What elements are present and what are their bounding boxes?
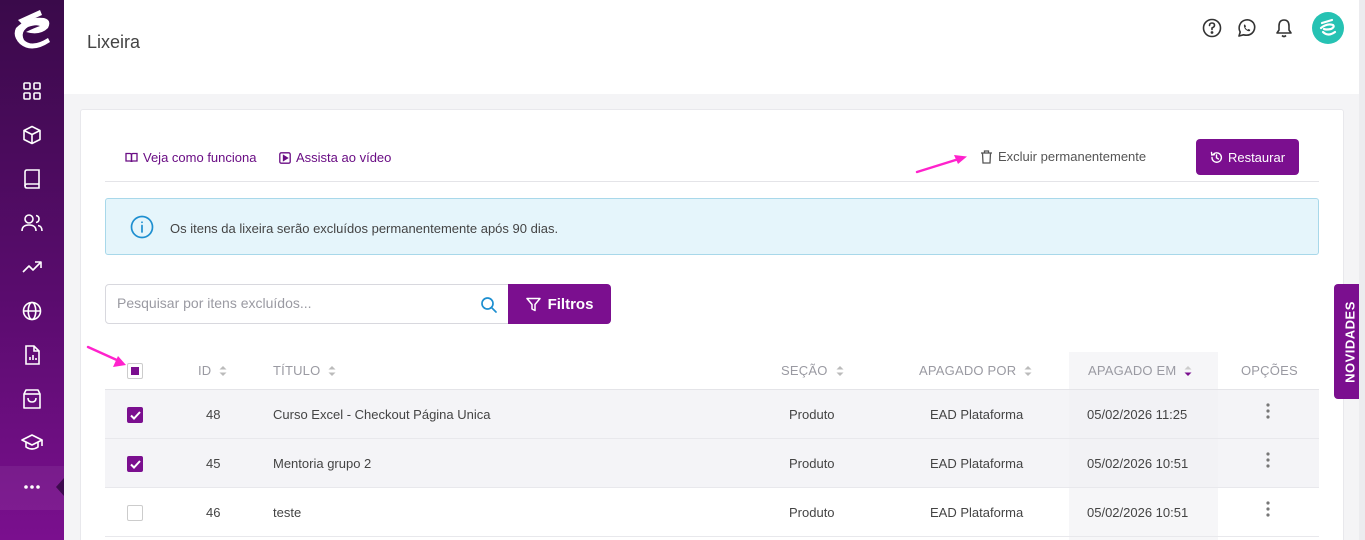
more-icon[interactable] (20, 475, 44, 499)
sort-desc-icon (1184, 365, 1192, 376)
dashboard-grid-icon[interactable] (20, 79, 44, 103)
search-input[interactable] (117, 295, 457, 311)
cell-title: Mentoria grupo 2 (273, 456, 372, 471)
filters-label: Filtros (547, 295, 594, 313)
column-header-id[interactable]: ID (198, 363, 227, 378)
cell-section: Produto (789, 456, 835, 471)
sort-icon (219, 365, 227, 376)
how-it-works-label: Veja como funciona (143, 150, 257, 165)
row-checkbox[interactable] (127, 407, 143, 423)
sidebar (0, 0, 64, 540)
cell-title: teste (273, 505, 302, 520)
cell-title: Curso Excel - Checkout Página Unica (273, 407, 491, 422)
column-header-section[interactable]: SEÇÃO (781, 363, 844, 378)
trending-up-icon[interactable] (20, 255, 44, 279)
info-icon (130, 215, 154, 239)
row-options-icon[interactable] (1263, 451, 1273, 469)
column-header-deleted-at[interactable]: APAGADO EM (1088, 363, 1192, 378)
cell-id: 48 (206, 407, 221, 422)
restore-label: Restaurar (1227, 149, 1286, 165)
row-options-icon[interactable] (1263, 402, 1273, 420)
column-header-deleted-at-label: APAGADO EM (1088, 363, 1177, 378)
filter-icon (525, 297, 541, 311)
column-header-options-label: OPÇÕES (1241, 363, 1298, 378)
cell-deleted-by: EAD Plataforma (930, 505, 1024, 520)
filters-button[interactable]: Filtros (508, 284, 611, 324)
help-circle-icon[interactable] (1201, 17, 1223, 39)
cell-deleted-by: EAD Plataforma (930, 407, 1024, 422)
play-square-icon (279, 151, 291, 164)
info-message: Os itens da lixeira serão excluídos perm… (170, 221, 559, 236)
history-icon (1210, 151, 1223, 163)
column-header-section-label: SEÇÃO (781, 363, 828, 378)
cell-section: Produto (789, 407, 835, 422)
graduation-cap-icon[interactable] (20, 431, 44, 455)
cell-id: 45 (206, 456, 221, 471)
report-icon[interactable] (20, 343, 44, 367)
annotation-arrow-select-all (86, 345, 126, 367)
brand-logo[interactable] (10, 6, 54, 50)
restore-button[interactable]: Restaurar (1196, 139, 1299, 175)
cell-section: Produto (789, 505, 835, 520)
row-checkbox[interactable] (127, 456, 143, 472)
check-icon (129, 459, 141, 469)
whatsapp-icon[interactable] (1236, 17, 1258, 39)
column-header-deleted-by-label: APAGADO POR (919, 363, 1017, 378)
page-scrollbar[interactable] (1359, 0, 1365, 540)
box-icon[interactable] (20, 123, 44, 147)
table-row[interactable]: 45 Mentoria grupo 2 Produto EAD Platafor… (105, 439, 1319, 488)
sort-icon (836, 365, 844, 376)
delete-permanently-button[interactable]: Excluir permanentemente (980, 149, 1146, 164)
info-alert: Os itens da lixeira serão excluídos perm… (105, 198, 1319, 255)
sort-icon (1024, 365, 1032, 376)
annotation-arrow-delete (915, 155, 967, 174)
column-header-options: OPÇÕES (1241, 363, 1298, 378)
globe-icon[interactable] (20, 299, 44, 323)
cell-id: 46 (206, 505, 221, 520)
watch-video-label: Assista ao vídeo (296, 150, 392, 165)
watch-video-link[interactable]: Assista ao vídeo (279, 150, 391, 165)
how-it-works-link[interactable]: Veja como funciona (125, 150, 256, 165)
trash-icon (981, 149, 992, 164)
table-row[interactable]: 46 teste Produto EAD Plataforma 05/02/20… (105, 488, 1319, 537)
open-book-icon (125, 152, 138, 163)
book-icon[interactable] (20, 167, 44, 191)
column-header-id-label: ID (198, 363, 212, 378)
sidebar-more-pointer (56, 478, 64, 496)
select-all-checkbox[interactable] (127, 363, 143, 379)
cell-deleted-at: 05/02/2026 10:51 (1087, 456, 1189, 471)
delete-permanently-label: Excluir permanentemente (998, 149, 1147, 164)
indeterminate-indicator (131, 367, 139, 375)
toolbar-divider (105, 181, 1319, 182)
column-header-title[interactable]: TÍTULO (273, 363, 336, 378)
row-checkbox[interactable] (127, 505, 143, 521)
top-header: Lixeira (64, 0, 1365, 94)
users-icon[interactable] (20, 211, 44, 235)
sort-icon (328, 365, 336, 376)
search-field (105, 284, 509, 324)
cell-deleted-at: 05/02/2026 11:25 (1087, 407, 1188, 422)
row-options-icon[interactable] (1263, 500, 1273, 518)
news-side-tab-label: NOVIDADES (1342, 300, 1357, 383)
user-avatar[interactable] (1312, 12, 1344, 44)
column-header-title-label: TÍTULO (273, 363, 321, 378)
check-icon (129, 410, 141, 420)
cell-deleted-by: EAD Plataforma (930, 456, 1024, 471)
shopping-bag-icon[interactable] (20, 387, 44, 411)
table-row[interactable]: 48 Curso Excel - Checkout Página Unica P… (105, 390, 1319, 439)
page-title: Lixeira (87, 32, 141, 52)
column-header-deleted-by[interactable]: APAGADO POR (919, 363, 1032, 378)
bell-icon[interactable] (1273, 17, 1295, 39)
search-icon[interactable] (480, 296, 498, 314)
cell-deleted-at: 05/02/2026 10:51 (1087, 505, 1189, 520)
